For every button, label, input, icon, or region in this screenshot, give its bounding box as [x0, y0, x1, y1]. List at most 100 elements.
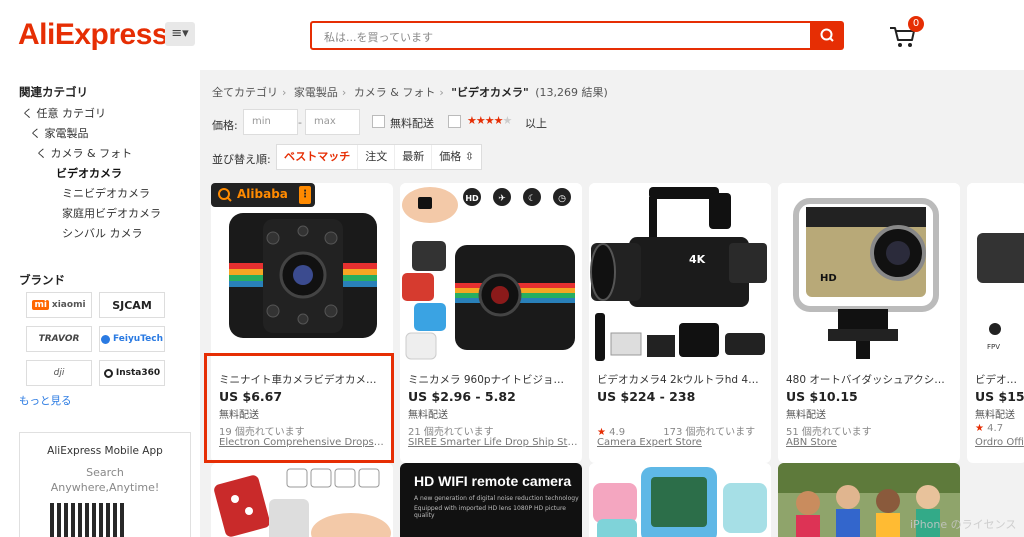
app-title: AliExpress Mobile App	[47, 445, 163, 457]
rating-checkbox[interactable]	[448, 115, 461, 128]
category-menu-button[interactable]: ≡▾	[165, 22, 195, 46]
cart-count-badge: 0	[908, 16, 924, 32]
rating-stars: ★★★★★	[467, 114, 512, 127]
breadcrumb-all-categories[interactable]: 全てカテゴリ	[212, 86, 278, 99]
svg-text:☾: ☾	[528, 194, 536, 204]
related-categories-title: 関連カテゴリ	[19, 85, 88, 99]
promo-headline: HD WIFI remote camera	[414, 473, 572, 489]
svg-text:◷: ◷	[558, 194, 566, 204]
svg-text:HD: HD	[465, 194, 479, 203]
search-icon	[820, 28, 834, 42]
product-title[interactable]: ビデオカメラ4 2kウルトラhd 48MP...	[597, 372, 763, 387]
price-dash: -	[298, 116, 302, 129]
watermark: iPhone のライセンス	[910, 518, 1017, 531]
product-store-link[interactable]: Camera Expert Store	[597, 437, 767, 448]
brand-feiyutech[interactable]: FeiyuTech	[99, 326, 165, 352]
star-icon: ★	[975, 423, 984, 434]
price-min-input[interactable]: min	[243, 109, 298, 135]
product-image[interactable]: FPV	[967, 183, 1024, 363]
product-image[interactable]	[589, 463, 771, 537]
svg-text:FPV: FPV	[987, 343, 1000, 351]
free-shipping-label: 無料配送	[390, 117, 434, 130]
product-rating-sold: ★ 4.9 173 個売れています	[597, 427, 756, 438]
product-image[interactable]	[211, 183, 393, 363]
product-image[interactable]: HD ✈ ☾ ◷	[400, 183, 582, 363]
product-store-link[interactable]: Ordro Offi	[975, 437, 1024, 448]
product-shipping: 無料配送	[786, 410, 826, 421]
price-max-input[interactable]: max	[305, 109, 360, 135]
feiyutech-logo-icon	[100, 334, 110, 344]
search-input[interactable]: 私は...を買っています	[310, 21, 812, 50]
product-rating: ★ 4.7	[975, 423, 1004, 434]
search-button[interactable]	[811, 21, 844, 50]
product-card[interactable]	[211, 463, 393, 537]
product-card[interactable]: HD WIFI remote camera A new generation o…	[400, 463, 582, 537]
brand-sjcam[interactable]: SJCAM	[99, 292, 165, 318]
product-card[interactable]: FPV ビデオカメ US $150 無料配送 ★ 4.7 Ordro Offi	[967, 183, 1024, 463]
more-brands-link[interactable]: もっと見る	[19, 393, 72, 408]
svg-text:4K: 4K	[689, 253, 706, 266]
sort-bar: ベストマッチ 注文 最新 価格 ⇳	[276, 144, 482, 170]
svg-text:HD: HD	[820, 273, 837, 284]
product-shipping: 無料配送	[975, 410, 1015, 421]
category-electronics[interactable]: く 家電製品	[30, 125, 89, 141]
sort-label: 並び替え順:	[212, 153, 271, 166]
product-image[interactable]: 4K	[589, 183, 771, 363]
product-card[interactable]: HD ✈ ☾ ◷ ミニカメラ 960pナイトビジョン防... US $2.96 …	[400, 183, 582, 463]
rating-suffix-label: 以上	[525, 117, 547, 130]
xiaomi-logo-icon: mi	[32, 300, 49, 310]
product-sold: 21 個売れています	[408, 427, 494, 438]
app-subtitle: Search Anywhere,Anytime!	[50, 466, 160, 494]
left-sidebar: 関連カテゴリ く 任意 カテゴリ く 家電製品 く カメラ & フォト ビデオカ…	[0, 70, 200, 537]
product-price: US $2.96 - 5.82	[408, 389, 516, 404]
product-image[interactable]: HD	[778, 183, 960, 363]
price-filter-label: 価格:	[212, 119, 238, 132]
result-count: (13,269 結果)	[535, 86, 608, 99]
sort-price[interactable]: 価格 ⇳	[432, 145, 481, 169]
highlight-box	[204, 353, 394, 463]
product-store-link[interactable]: SIREE Smarter Life Drop Ship Store	[408, 437, 578, 448]
product-price: US $224 - 238	[597, 389, 696, 404]
category-camera-photo[interactable]: く カメラ & フォト	[36, 145, 132, 161]
product-store-link[interactable]: ABN Store	[786, 437, 956, 448]
breadcrumb: 全てカテゴリ › 家電製品 › カメラ & フォト › "ビデオカメラ" (13,26…	[212, 86, 608, 99]
product-sold: 51 個売れています	[786, 427, 872, 438]
mobile-app-box: AliExpress Mobile App Search Anywhere,Any…	[19, 432, 191, 537]
search-icon	[218, 188, 232, 202]
category-video-camera[interactable]: ビデオカメラ	[56, 165, 122, 181]
more-options-icon[interactable]: ⋮	[299, 186, 311, 204]
alibaba-search-badge[interactable]: Alibaba ⋮	[211, 183, 315, 207]
product-card[interactable]	[589, 463, 771, 537]
top-header: AliExpress™ ≡▾ 私は...を買っています 0	[0, 0, 1024, 70]
promo-line-2: Equipped with imported HD lens 1080P HD …	[414, 505, 566, 519]
category-mini-video-camera[interactable]: ミニビデオカメラ	[62, 185, 150, 201]
product-image[interactable]	[211, 463, 393, 537]
svg-text:✈: ✈	[498, 194, 506, 204]
free-shipping-checkbox[interactable]	[372, 115, 385, 128]
aliexpress-logo[interactable]: AliExpress™	[18, 18, 177, 52]
category-any[interactable]: く 任意 カテゴリ	[22, 105, 106, 121]
product-title[interactable]: ビデオカメ	[975, 372, 1024, 387]
brand-xiaomi[interactable]: mi xiaomi	[26, 292, 92, 318]
sort-best-match[interactable]: ベストマッチ	[277, 145, 359, 169]
insta360-logo-icon	[103, 368, 113, 378]
breadcrumb-camera-photo[interactable]: カメラ & フォト	[354, 86, 436, 99]
category-home-video-camera[interactable]: 家庭用ビデオカメラ	[62, 205, 161, 221]
product-price: US $150	[975, 389, 1024, 404]
promo-line-1: A new generation of digital noise reduct…	[414, 495, 579, 502]
app-qr-code[interactable]	[50, 503, 124, 537]
category-cymbal-camera[interactable]: シンバル カメラ	[62, 225, 143, 241]
brand-dji[interactable]: dji	[26, 360, 92, 386]
product-title[interactable]: ミニカメラ 960pナイトビジョン防...	[408, 372, 574, 387]
product-card[interactable]: 4K ビデオカメラ4 2kウルトラhd 48MP... US $224 - 23…	[589, 183, 771, 463]
brand-title: ブランド	[19, 273, 65, 287]
sort-orders[interactable]: 注文	[358, 145, 396, 169]
product-title[interactable]: 480 オートバイダッシュアクション...	[786, 372, 952, 387]
sort-newest[interactable]: 最新	[395, 145, 433, 169]
product-card[interactable]: HD 480 オートバイダッシュアクション... US $10.15 無料配送 …	[778, 183, 960, 463]
breadcrumb-current: "ビデオカメラ"	[451, 86, 529, 99]
product-shipping: 無料配送	[408, 410, 448, 421]
brand-travor[interactable]: TRAVOR	[26, 326, 92, 352]
breadcrumb-electronics[interactable]: 家電製品	[294, 86, 338, 99]
brand-insta360[interactable]: Insta360	[99, 360, 165, 386]
